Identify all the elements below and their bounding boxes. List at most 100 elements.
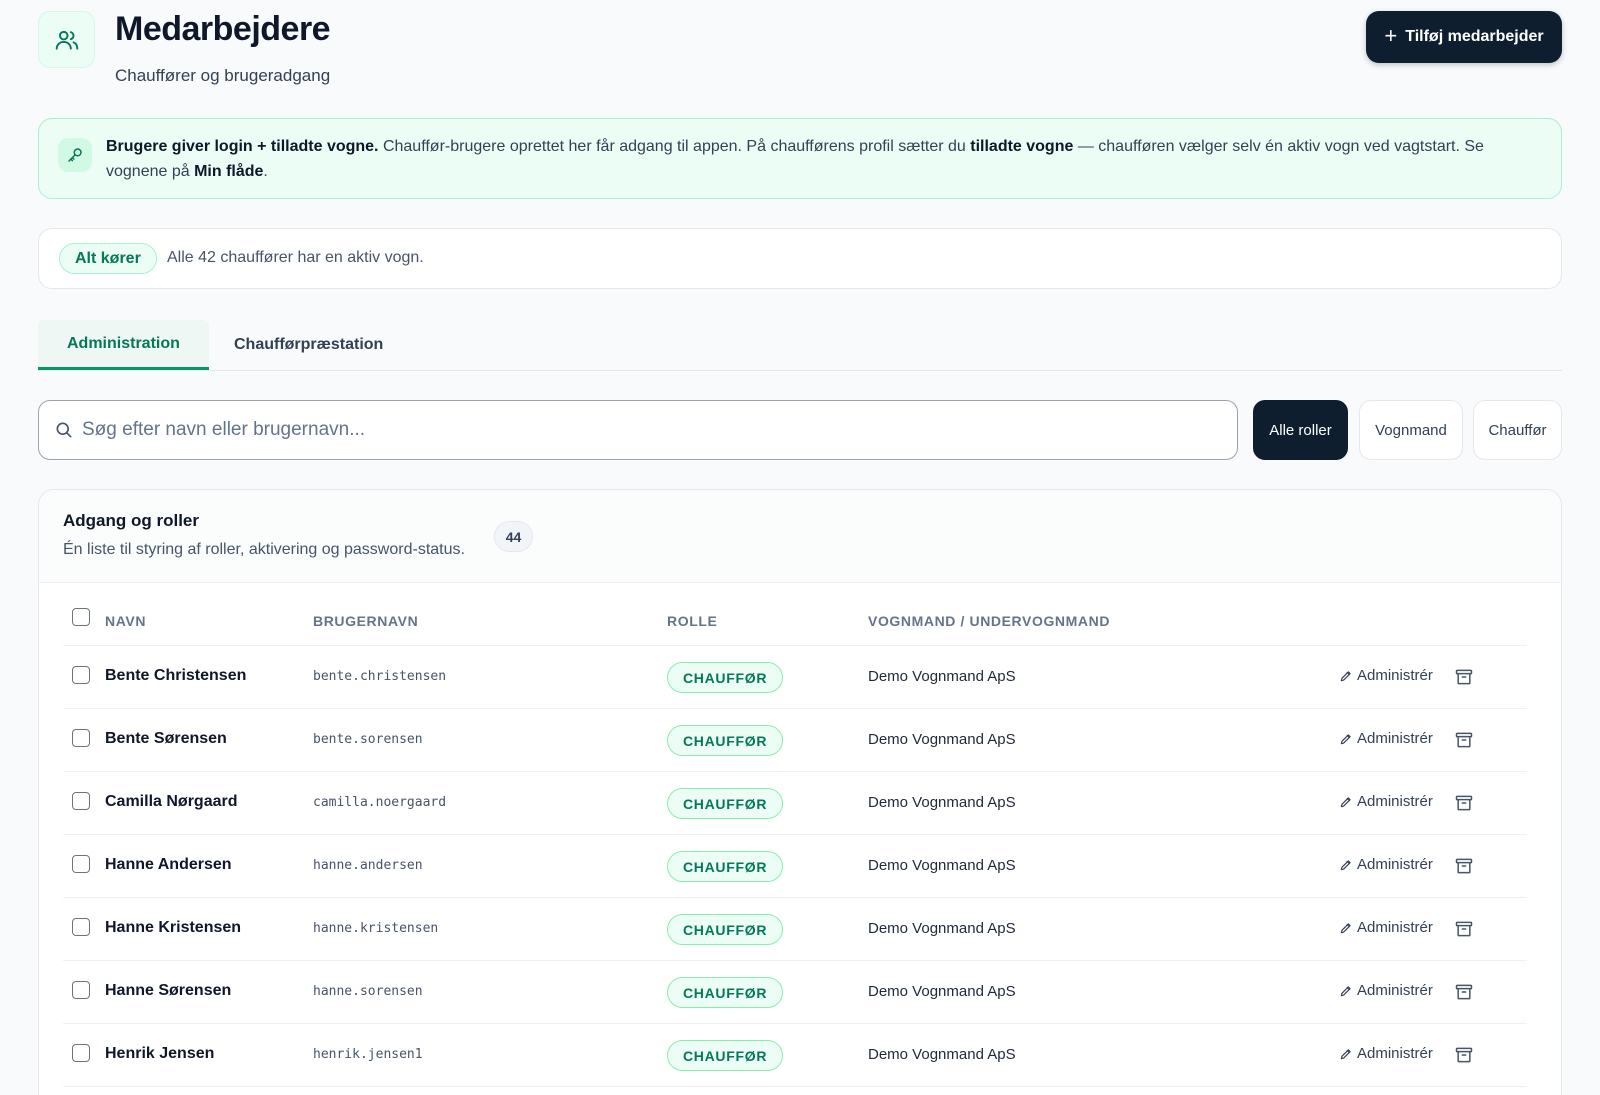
filter-driver-button[interactable]: Chauffør <box>1473 400 1562 460</box>
employee-haulier: Demo Vognmand ApS <box>868 668 1016 685</box>
role-badge: CHAUFFØR <box>667 1040 784 1071</box>
employee-name: Bente Sørensen <box>105 730 227 747</box>
users-icon <box>38 11 95 68</box>
status-text: Alle 42 chauffører har en aktiv vogn. <box>167 249 424 266</box>
manage-label: Administrér <box>1357 982 1433 999</box>
manage-link[interactable]: Administrér <box>1339 730 1433 747</box>
status-badge: Alt kører <box>59 243 157 274</box>
tab-driver-performance[interactable]: Chaufførpræstation <box>205 320 412 370</box>
archive-icon[interactable] <box>1453 1044 1475 1066</box>
add-employee-button[interactable]: + Tilføj medarbejder <box>1366 11 1562 63</box>
info-text: Brugere giver login + tilladte vogne. Ch… <box>106 134 1531 184</box>
manage-label: Administrér <box>1357 730 1433 747</box>
archive-icon[interactable] <box>1453 918 1475 940</box>
employee-haulier: Demo Vognmand ApS <box>868 1046 1016 1063</box>
info-link-my-fleet[interactable]: Min flåde <box>194 163 263 180</box>
employee-haulier: Demo Vognmand ApS <box>868 983 1016 1000</box>
pencil-icon <box>1339 1047 1353 1061</box>
role-badge: CHAUFFØR <box>667 788 784 819</box>
pencil-icon <box>1339 984 1353 998</box>
employee-haulier: Demo Vognmand ApS <box>868 794 1016 811</box>
archive-icon[interactable] <box>1453 666 1475 688</box>
manage-link[interactable]: Administrér <box>1339 667 1433 684</box>
table-row: Camilla Nørgaard camilla.noergaard CHAUFFØ… <box>63 772 1527 835</box>
plus-icon: + <box>1384 23 1398 48</box>
search-icon <box>54 420 74 440</box>
search-input[interactable] <box>82 419 1182 441</box>
column-header-username[interactable]: BRUGERNAVN <box>313 613 418 629</box>
table-row: Bente Christensen bente.christensen CHAUFF… <box>63 646 1527 709</box>
employee-username: hanne.sorensen <box>313 984 423 999</box>
info-bold-allowed-vehicles: tilladte vogne <box>970 138 1074 155</box>
add-employee-label: Tilføj medarbejder <box>1405 28 1544 45</box>
row-checkbox[interactable] <box>72 729 90 747</box>
archive-icon[interactable] <box>1453 855 1475 877</box>
role-badge: CHAUFFØR <box>667 914 784 945</box>
archive-icon[interactable] <box>1453 729 1475 751</box>
employee-username: camilla.noergaard <box>313 795 447 810</box>
key-icon <box>58 138 92 172</box>
column-header-haulier[interactable]: VOGNMAND / UNDERVOGNMAND <box>868 613 1110 629</box>
manage-label: Administrér <box>1357 856 1433 873</box>
page-title: Medarbejdere <box>115 10 331 48</box>
column-header-name[interactable]: NAVN <box>105 613 146 629</box>
page-header: Medarbejdere Chauffører og brugeradgang … <box>38 0 1562 108</box>
employee-username: bente.christensen <box>313 669 447 684</box>
employee-name: Hanne Sørensen <box>105 982 232 999</box>
select-all-checkbox[interactable] <box>72 608 90 626</box>
table-row: Hanne Sørensen hanne.sorensen CHAUFFØR Demo… <box>63 961 1527 1024</box>
role-badge: CHAUFFØR <box>667 977 784 1008</box>
employee-username: hanne.andersen <box>313 858 423 873</box>
search-box <box>38 400 1238 460</box>
row-checkbox[interactable] <box>72 792 90 810</box>
employee-haulier: Demo Vognmand ApS <box>868 920 1016 937</box>
status-card: Alt kører Alle 42 chauffører har en akti… <box>38 228 1562 289</box>
manage-link[interactable]: Administrér <box>1339 793 1433 810</box>
filter-haulier-button[interactable]: Vognmand <box>1359 400 1463 460</box>
table-row: Henrik Jensen henrik.jensen1 CHAUFFØR Demo … <box>63 1024 1527 1087</box>
employee-name: Camilla Nørgaard <box>105 793 238 810</box>
card-description: Én liste til styring af roller, aktiveri… <box>63 541 465 558</box>
pencil-icon <box>1339 795 1353 809</box>
row-checkbox[interactable] <box>72 918 90 936</box>
employee-name: Hanne Andersen <box>105 856 232 873</box>
table-body: Bente Christensen bente.christensen CHAUFF… <box>63 646 1527 1087</box>
row-checkbox[interactable] <box>72 1044 90 1062</box>
page-subtitle: Chauffører og brugeradgang <box>115 66 331 85</box>
manage-link[interactable]: Administrér <box>1339 982 1433 999</box>
row-checkbox[interactable] <box>72 981 90 999</box>
pencil-icon <box>1339 858 1353 872</box>
manage-label: Administrér <box>1357 667 1433 684</box>
employee-name: Hanne Kristensen <box>105 919 242 936</box>
table-header: NAVN BRUGERNAVN ROLLE VOGNMAND / UNDERVO… <box>63 608 1527 646</box>
row-checkbox[interactable] <box>72 666 90 684</box>
card-title: Adgang og roller <box>63 511 199 530</box>
employee-name: Henrik Jensen <box>105 1045 215 1062</box>
pencil-icon <box>1339 669 1353 683</box>
tab-bar: Administration Chaufførpræstation <box>38 320 1562 371</box>
archive-icon[interactable] <box>1453 792 1475 814</box>
pencil-icon <box>1339 732 1353 746</box>
manage-label: Administrér <box>1357 1045 1433 1062</box>
employee-name: Bente Christensen <box>105 667 247 684</box>
role-badge: CHAUFFØR <box>667 662 784 693</box>
info-text-3: . <box>263 163 268 180</box>
tab-administration[interactable]: Administration <box>38 320 209 370</box>
info-lead: Brugere giver login + tilladte vogne. <box>106 138 379 155</box>
manage-label: Administrér <box>1357 793 1433 810</box>
column-header-role[interactable]: ROLLE <box>667 613 717 629</box>
pencil-icon <box>1339 921 1353 935</box>
access-roles-card: Adgang og roller Én liste til styring af… <box>38 489 1562 1095</box>
manage-label: Administrér <box>1357 919 1433 936</box>
table-row: Bente Sørensen bente.sorensen CHAUFFØR Demo… <box>63 709 1527 772</box>
employee-username: hanne.kristensen <box>313 921 439 936</box>
filter-all-roles-button[interactable]: Alle roller <box>1253 400 1348 460</box>
manage-link[interactable]: Administrér <box>1339 1045 1433 1062</box>
card-header: Adgang og roller Én liste til styring af… <box>39 490 1561 583</box>
row-checkbox[interactable] <box>72 855 90 873</box>
archive-icon[interactable] <box>1453 981 1475 1003</box>
table-row: Hanne Andersen hanne.andersen CHAUFFØR Demo… <box>63 835 1527 898</box>
manage-link[interactable]: Administrér <box>1339 856 1433 873</box>
manage-link[interactable]: Administrér <box>1339 919 1433 936</box>
table-row: Hanne Kristensen hanne.kristensen CHAUFFØR… <box>63 898 1527 961</box>
